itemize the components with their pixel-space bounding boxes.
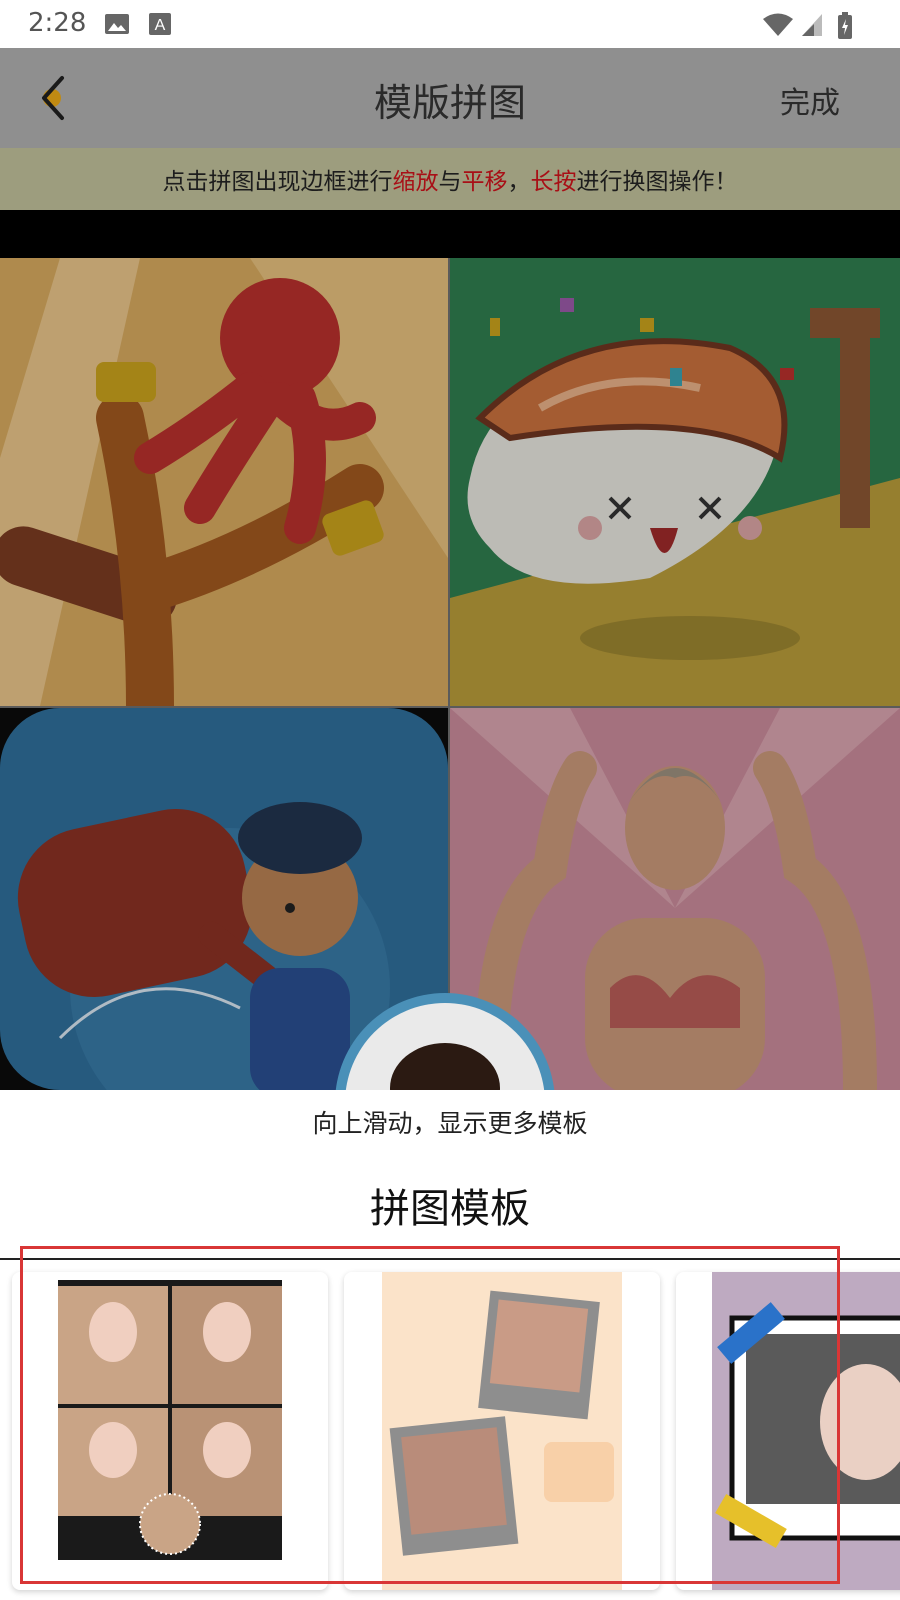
avatar-peek-image (335, 993, 555, 1090)
templates-title: 拼图模板 (370, 1186, 530, 1232)
battery-charging-icon (838, 12, 852, 39)
swipe-up-hint: 向上滑动，显示更多模板 (312, 1109, 588, 1138)
svg-text:A: A (155, 17, 166, 34)
hint-scale: 缩放 (392, 169, 439, 195)
template-taped-frame (712, 1272, 900, 1590)
template-grid-photos (58, 1280, 282, 1560)
status-time: 2:28 (28, 8, 87, 38)
hint-text-1: 点击拼图出现边框进行 (162, 169, 393, 195)
wifi-icon (763, 13, 793, 36)
text-a-icon: A (149, 13, 171, 35)
collage-cell-1[interactable] (0, 258, 448, 706)
collage-canvas (0, 258, 900, 1090)
done-button[interactable]: 完成 (780, 78, 840, 122)
sushi-cartoon-image (450, 258, 900, 706)
slingshot-game-image (0, 258, 448, 706)
chevron-left-icon (42, 76, 64, 120)
template-card-3[interactable] (676, 1272, 900, 1590)
hint-text-4: 进行换图操作！ (576, 169, 738, 195)
template-polaroid-pastel (382, 1272, 622, 1590)
signal-icon (802, 14, 822, 36)
status-bar: 2:28 A (0, 0, 900, 48)
hint-text-2: 与 (438, 169, 462, 195)
hint-longpress: 长按 (530, 169, 577, 195)
image-icon (105, 14, 129, 34)
collage-top-border (0, 210, 900, 258)
template-card-1[interactable] (12, 1272, 328, 1590)
collage-cell-2[interactable] (450, 258, 900, 706)
template-card-2[interactable] (344, 1272, 660, 1590)
back-button[interactable] (30, 70, 86, 126)
page-title: 模版拼图 (373, 81, 526, 125)
app-header: 模版拼图 完成 (0, 48, 900, 148)
instruction-hint: 点击拼图出现边框进行 缩放 与 平移 ， 长按 进行换图操作！ (0, 148, 900, 210)
hint-text-3: ， (507, 169, 531, 195)
hint-pan: 平移 (461, 169, 508, 195)
template-carousel[interactable] (0, 1260, 900, 1600)
